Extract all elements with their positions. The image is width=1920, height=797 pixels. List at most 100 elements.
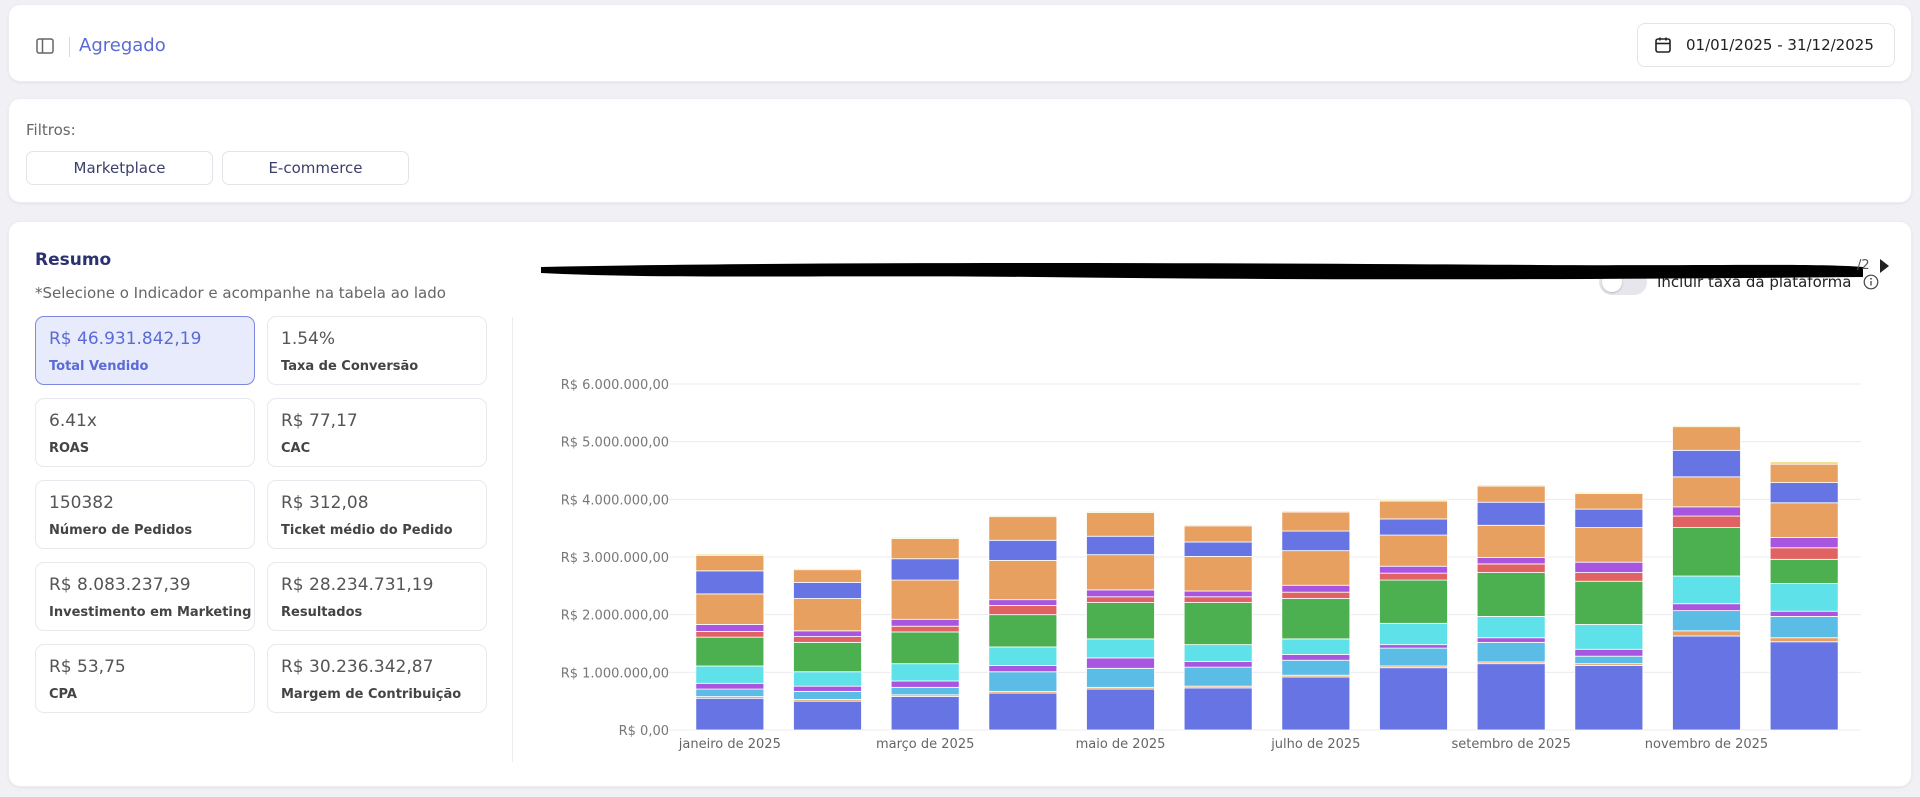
bar-segment[interactable]	[695, 636, 765, 667]
bar-segment[interactable]	[988, 671, 1058, 692]
bar-segment[interactable]	[1379, 534, 1448, 567]
bar-segment[interactable]	[1574, 665, 1644, 731]
bar-segment[interactable]	[1379, 667, 1448, 731]
bar-segment[interactable]	[1672, 527, 1741, 577]
bar-segment[interactable]	[890, 536, 960, 539]
bar-segment[interactable]	[1086, 688, 1155, 731]
bar-segment[interactable]	[695, 554, 765, 572]
bar-segment[interactable]	[1379, 644, 1448, 649]
bar-segment[interactable]	[1183, 541, 1253, 557]
bar-segment[interactable]	[1672, 425, 1741, 428]
bar-segment[interactable]	[695, 630, 765, 638]
bar-segment[interactable]	[1183, 602, 1253, 646]
bar-segment[interactable]	[1183, 687, 1253, 731]
bar-segment[interactable]	[1672, 506, 1741, 517]
bar-segment[interactable]	[1086, 512, 1155, 537]
bar-segment[interactable]	[1574, 492, 1644, 494]
bar-segment[interactable]	[1086, 657, 1155, 669]
bar-segment[interactable]	[1574, 493, 1644, 510]
bar-segment[interactable]	[890, 618, 960, 627]
bar-segment[interactable]	[793, 598, 862, 632]
bar-segment[interactable]	[1281, 510, 1351, 513]
bar-segment[interactable]	[988, 692, 1058, 731]
bar-segment[interactable]	[1672, 603, 1741, 612]
bar-segment[interactable]	[1281, 530, 1351, 552]
bar-segment[interactable]	[695, 688, 765, 697]
bar-segment[interactable]	[1574, 648, 1644, 657]
bar-segment[interactable]	[1379, 500, 1448, 520]
bar-segment[interactable]	[988, 515, 1058, 518]
bar-segment[interactable]	[988, 560, 1058, 601]
bar-segment[interactable]	[1476, 563, 1546, 573]
bar-segment[interactable]	[695, 624, 765, 632]
bar-segment[interactable]	[1672, 610, 1741, 632]
bar-segment[interactable]	[890, 680, 960, 688]
bar-segment[interactable]	[1574, 655, 1644, 665]
bar-segment[interactable]	[1769, 583, 1839, 612]
bar-segment[interactable]	[1281, 676, 1351, 731]
bar-segment[interactable]	[1379, 565, 1448, 574]
bar-segment[interactable]	[1086, 638, 1155, 659]
bar-segment[interactable]	[1574, 527, 1644, 563]
bar-segment[interactable]	[1769, 610, 1839, 617]
bar-segment[interactable]	[1183, 590, 1253, 598]
bar-segment[interactable]	[1281, 584, 1351, 593]
bar-segment[interactable]	[1574, 508, 1644, 528]
bar-segment[interactable]	[1476, 557, 1546, 565]
bar-segment[interactable]	[890, 579, 960, 620]
bar-segment[interactable]	[1086, 602, 1155, 640]
bar-segment[interactable]	[1769, 615, 1839, 639]
bar-segment[interactable]	[695, 570, 765, 595]
bar-segment[interactable]	[988, 539, 1058, 561]
bar-segment[interactable]	[1183, 666, 1253, 687]
bar-segment[interactable]	[695, 682, 765, 690]
bar-segment[interactable]	[1086, 589, 1155, 598]
bar-segment[interactable]	[1379, 579, 1448, 624]
bar-segment[interactable]	[1183, 660, 1253, 668]
bar-segment[interactable]	[988, 646, 1058, 666]
bar-segment[interactable]	[793, 630, 862, 637]
bar-segment[interactable]	[1672, 635, 1741, 731]
bar-segment[interactable]	[1379, 647, 1448, 667]
filter-ecommerce-button[interactable]: E-commerce	[222, 151, 409, 185]
bar-segment[interactable]	[988, 599, 1058, 606]
bar-segment[interactable]	[1281, 598, 1351, 640]
bar-segment[interactable]	[1281, 550, 1351, 586]
bar-segment[interactable]	[1183, 525, 1253, 543]
bar-segment[interactable]	[1672, 426, 1741, 451]
bar-segment[interactable]	[793, 685, 862, 692]
bar-segment[interactable]	[1574, 624, 1644, 650]
bar-segment[interactable]	[1086, 535, 1155, 556]
bar-segment[interactable]	[1281, 591, 1351, 599]
bar-segment[interactable]	[1476, 572, 1546, 617]
bar-segment[interactable]	[1379, 518, 1448, 536]
bar-segment[interactable]	[1183, 524, 1253, 527]
bar-segment[interactable]	[1379, 499, 1448, 502]
bar-segment[interactable]	[1769, 482, 1839, 504]
bar-segment[interactable]	[793, 690, 862, 700]
bar-segment[interactable]	[890, 631, 960, 665]
bar-segment[interactable]	[1379, 622, 1448, 646]
bar-segment[interactable]	[793, 671, 862, 687]
bar-segment[interactable]	[1476, 637, 1546, 643]
bar-segment[interactable]	[695, 553, 765, 556]
bar-segment[interactable]	[793, 568, 862, 571]
bar-segment[interactable]	[1574, 580, 1644, 625]
bar-segment[interactable]	[1476, 615, 1546, 639]
bar-segment[interactable]	[890, 625, 960, 633]
bar-segment[interactable]	[695, 697, 765, 731]
bar-segment[interactable]	[890, 696, 960, 731]
bar-segment[interactable]	[1476, 485, 1546, 503]
bar-segment[interactable]	[1769, 558, 1839, 584]
bar-segment[interactable]	[1476, 501, 1546, 526]
bar-segment[interactable]	[1281, 638, 1351, 655]
bar-segment[interactable]	[1672, 575, 1741, 605]
bar-segment[interactable]	[1476, 641, 1546, 663]
bar-segment[interactable]	[1769, 463, 1839, 484]
bar-segment[interactable]	[1183, 644, 1253, 662]
bar-segment[interactable]	[1476, 524, 1546, 558]
bar-segment[interactable]	[1574, 572, 1644, 582]
bar-segment[interactable]	[988, 614, 1058, 648]
filter-marketplace-button[interactable]: Marketplace	[26, 151, 213, 185]
bar-segment[interactable]	[1476, 484, 1546, 487]
